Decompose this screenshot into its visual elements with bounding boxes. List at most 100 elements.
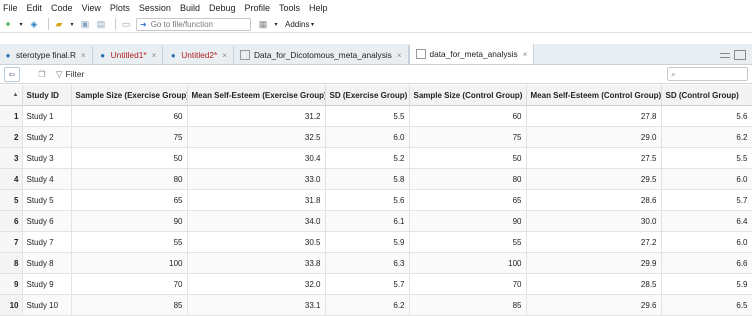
new-file-icon[interactable]: + [2,19,14,30]
table-cell[interactable]: 27.2 [526,231,662,253]
sort-up-icon[interactable]: ▲ [0,85,23,106]
table-cell[interactable]: 27.8 [526,105,662,127]
menu-session[interactable]: Session [139,3,171,13]
table-cell[interactable]: 5.5 [325,105,410,127]
table-cell[interactable]: 85 [409,294,527,316]
table-cell[interactable]: 100 [71,252,188,274]
table-cell[interactable]: 5.6 [325,189,410,211]
popout-icon[interactable]: ❐ [34,67,50,82]
table-cell[interactable]: 5.9 [325,231,410,253]
table-cell[interactable]: 80 [71,168,188,190]
table-cell[interactable]: 29.9 [526,252,662,274]
table-cell[interactable]: 60 [409,105,527,127]
tab-data-dicotomous[interactable]: Data_for_Dicotomous_meta_analysis × [233,46,409,64]
table-cell[interactable]: 65 [71,189,188,211]
table-cell[interactable]: 5.5 [661,147,752,169]
close-icon[interactable]: × [152,51,157,60]
column-header[interactable]: Study ID [22,85,72,106]
minimize-icon[interactable] [720,52,730,58]
table-cell[interactable]: 85 [71,294,188,316]
save-all-icon[interactable]: ▤ [95,19,107,30]
menu-view[interactable]: View [82,3,101,13]
table-cell[interactable]: 30.0 [526,210,662,232]
study-id-cell[interactable]: Study 6 [22,210,72,232]
table-cell[interactable]: 50 [71,147,188,169]
dropdown-arrow-icon[interactable]: ▾ [69,19,75,30]
table-cell[interactable]: 33.8 [187,252,326,274]
close-icon[interactable]: × [222,51,227,60]
table-cell[interactable]: 60 [71,105,188,127]
table-cell[interactable]: 5.6 [661,105,752,127]
row-number[interactable]: 4 [0,168,23,190]
addins-menu[interactable]: Addins [285,20,309,29]
table-cell[interactable]: 6.0 [661,168,752,190]
study-id-cell[interactable]: Study 5 [22,189,72,211]
tab-untitled2[interactable]: ● Untitled2* × [163,46,234,64]
row-number[interactable]: 1 [0,105,23,127]
row-number[interactable]: 8 [0,252,23,274]
column-header[interactable]: SD (Control Group) [661,85,752,106]
table-cell[interactable]: 70 [409,273,527,295]
table-cell[interactable]: 31.8 [187,189,326,211]
table-cell[interactable]: 6.3 [325,252,410,274]
table-cell[interactable]: 55 [409,231,527,253]
table-cell[interactable]: 29.5 [526,168,662,190]
menu-plots[interactable]: Plots [110,3,130,13]
menu-debug[interactable]: Debug [209,3,236,13]
table-cell[interactable]: 6.2 [325,294,410,316]
table-cell[interactable]: 33.1 [187,294,326,316]
column-header[interactable]: Mean Self-Esteem (Control Group) [526,85,662,106]
table-cell[interactable]: 30.5 [187,231,326,253]
row-number[interactable]: 10 [0,294,23,316]
study-id-cell[interactable]: Study 7 [22,231,72,253]
dropdown-arrow-icon[interactable]: ▾ [273,19,279,30]
close-icon[interactable]: × [397,51,402,60]
save-icon[interactable]: ▣ [79,19,91,30]
filter-button[interactable]: ▽ Filter [56,69,84,80]
table-cell[interactable]: 5.7 [325,273,410,295]
menu-edit[interactable]: Edit [27,3,43,13]
table-cell[interactable]: 75 [71,126,188,148]
maximize-icon[interactable] [734,50,746,60]
table-cell[interactable]: 31.2 [187,105,326,127]
table-cell[interactable]: 6.0 [661,231,752,253]
table-cell[interactable]: 6.6 [661,252,752,274]
goto-file-input[interactable]: ➜ Go to file/function [136,17,251,31]
column-header[interactable]: Sample Size (Exercise Group) [71,85,188,106]
new-project-icon[interactable]: ◈ [28,19,40,30]
table-cell[interactable]: 65 [409,189,527,211]
table-cell[interactable]: 55 [71,231,188,253]
table-cell[interactable]: 33.0 [187,168,326,190]
dropdown-arrow-icon[interactable]: ▾ [309,19,315,30]
table-cell[interactable]: 50 [409,147,527,169]
row-number[interactable]: 3 [0,147,23,169]
table-cell[interactable]: 6.2 [661,126,752,148]
menu-help[interactable]: Help [309,3,328,13]
row-number[interactable]: 5 [0,189,23,211]
close-icon[interactable]: × [81,51,86,60]
table-cell[interactable]: 27.5 [526,147,662,169]
back-arrow-icon[interactable]: ⇦ [4,66,20,82]
study-id-cell[interactable]: Study 3 [22,147,72,169]
menu-build[interactable]: Build [180,3,200,13]
table-cell[interactable]: 28.6 [526,189,662,211]
row-number[interactable]: 7 [0,231,23,253]
table-cell[interactable]: 90 [71,210,188,232]
menu-file[interactable]: File [3,3,18,13]
column-header[interactable]: SD (Exercise Group) [325,85,410,106]
menu-code[interactable]: Code [51,3,73,13]
table-cell[interactable]: 6.4 [661,210,752,232]
table-cell[interactable]: 100 [409,252,527,274]
table-cell[interactable]: 30.4 [187,147,326,169]
tab-sterotype-final[interactable]: ● sterotype final.R × [0,46,93,64]
row-number[interactable]: 2 [0,126,23,148]
table-cell[interactable]: 29.6 [526,294,662,316]
close-icon[interactable]: × [523,50,528,59]
menu-profile[interactable]: Profile [245,3,271,13]
study-id-cell[interactable]: Study 1 [22,105,72,127]
table-cell[interactable]: 5.7 [661,189,752,211]
menu-tools[interactable]: Tools [279,3,300,13]
study-id-cell[interactable]: Study 8 [22,252,72,274]
table-cell[interactable]: 5.2 [325,147,410,169]
table-cell[interactable]: 75 [409,126,527,148]
